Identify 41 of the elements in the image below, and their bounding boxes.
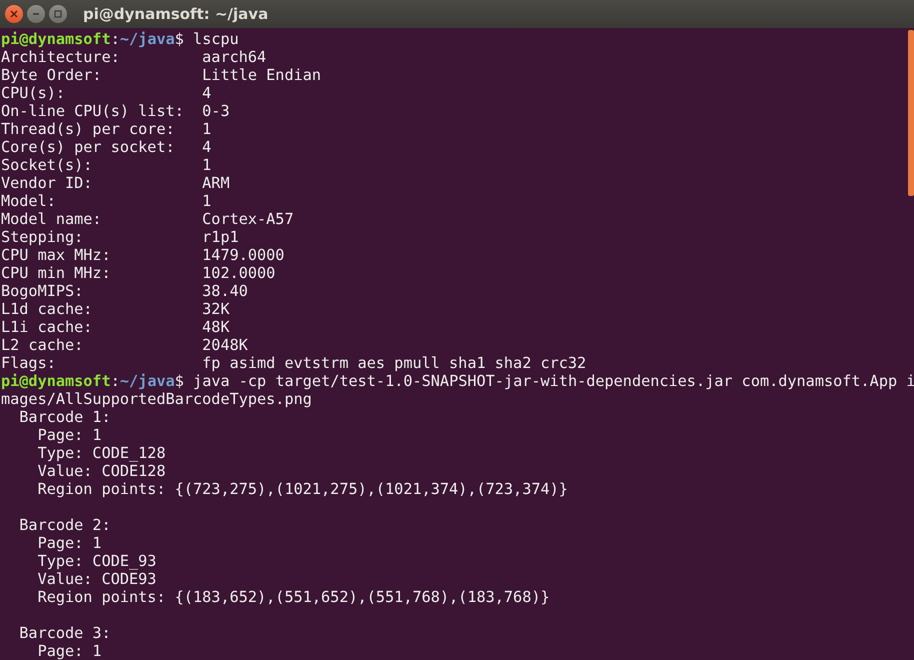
output-line: Page: 1 [36,642,102,660]
output-line: L1i cache: 48K [1,318,230,336]
output-line: Vendor ID: ARM [1,174,230,192]
output-line: BogoMIPS: 38.40 [1,282,248,300]
output-line: Page: 1 [36,534,102,552]
window-title: pi@dynamsoft: ~/java [83,5,268,23]
output-line: Page: 1 [36,426,102,444]
minimize-icon [32,10,40,18]
scrollbar-thumb[interactable] [908,30,914,196]
output-line: CPU max MHz: 1479.0000 [1,246,284,264]
output-line: Architecture: aarch64 [1,48,266,66]
output-line: CPU(s): 4 [1,84,212,102]
output-line: L2 cache: 2048K [1,336,248,354]
output-line: mages/AllSupportedBarcodeTypes.png [1,390,312,408]
output-line: Barcode 2: [18,516,111,534]
close-button[interactable] [5,5,23,23]
output-line: Byte Order: Little Endian [1,66,322,84]
output-line: Stepping: r1p1 [1,228,239,246]
output-line: Model name: Cortex-A57 [1,210,294,228]
output-line: Model: 1 [1,192,212,210]
output-line: Barcode 3: [18,624,111,642]
output-line: L1d cache: 32K [1,300,230,318]
maximize-icon [54,10,62,18]
output-line: Thread(s) per core: 1 [1,120,212,138]
output-line: Type: CODE_128 [36,444,166,462]
output-line: Value: CODE128 [36,462,166,480]
prompt-line: pi@dynamsoft:~/java$ java -cp target/test-1.0-SNAPSHOT-jar-with-dependencies.jar com.dynamsoft.App i [1,372,914,390]
close-icon [10,10,18,18]
prompt-line: pi@dynamsoft:~/java$ lscpu [1,30,239,48]
output-line: Core(s) per socket: 4 [1,138,212,156]
output-line: On-line CPU(s) list: 0-3 [1,102,230,120]
output-line: Socket(s): 1 [1,156,212,174]
output-line: Region points: {(723,275),(1021,275),(1021,374),(723,374)} [36,480,568,498]
output-line: CPU min MHz: 102.0000 [1,264,276,282]
output-line: Value: CODE93 [36,570,156,588]
output-line: Flags: fp asimd evtstrm aes pmull sha1 sha2 crc32 [1,354,586,372]
maximize-button[interactable] [49,5,67,23]
output-line: Barcode 1: [18,408,111,426]
output-line: Region points: {(183,652),(551,652),(551,768),(183,768)} [36,588,550,606]
minimize-button[interactable] [27,5,45,23]
output-line: Type: CODE_93 [36,552,156,570]
